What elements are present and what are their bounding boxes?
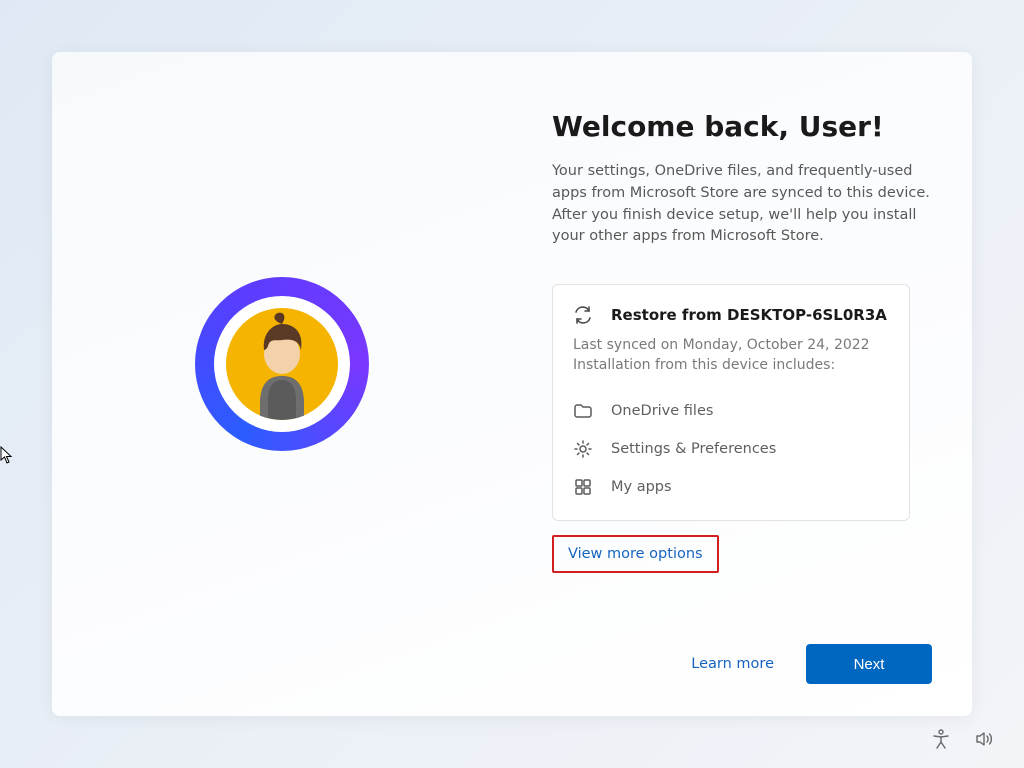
restore-includes-label: Installation from this device includes: xyxy=(573,357,835,373)
user-avatar xyxy=(195,277,369,451)
folder-icon xyxy=(573,401,593,421)
restore-subtext: Last synced on Monday, October 24, 2022 … xyxy=(573,335,889,376)
include-onedrive-label: OneDrive files xyxy=(611,403,713,419)
oobe-taskbar xyxy=(930,728,996,750)
gear-icon xyxy=(573,439,593,459)
include-onedrive: OneDrive files xyxy=(573,392,889,430)
include-apps-label: My apps xyxy=(611,479,672,495)
avatar-ring xyxy=(214,296,350,432)
left-pane xyxy=(52,52,512,716)
learn-more-link[interactable]: Learn more xyxy=(681,648,784,680)
sync-icon xyxy=(573,305,593,325)
person-icon xyxy=(226,308,338,420)
include-apps: My apps xyxy=(573,468,889,506)
restore-card: Restore from DESKTOP-6SL0R3A Last synced… xyxy=(552,284,910,521)
restore-last-synced: Last synced on Monday, October 24, 2022 xyxy=(573,337,870,353)
apps-icon xyxy=(573,477,593,497)
page-title: Welcome back, User! xyxy=(552,110,932,143)
right-pane: Welcome back, User! Your settings, OneDr… xyxy=(512,52,972,716)
mouse-cursor xyxy=(0,446,14,464)
include-settings-label: Settings & Preferences xyxy=(611,441,776,457)
avatar-circle xyxy=(226,308,338,420)
accessibility-icon[interactable] xyxy=(930,728,952,750)
view-more-options-link[interactable]: View more options xyxy=(552,535,719,573)
restore-title: Restore from DESKTOP-6SL0R3A xyxy=(611,306,887,324)
page-description: Your settings, OneDrive files, and frequ… xyxy=(552,161,932,248)
setup-card: Welcome back, User! Your settings, OneDr… xyxy=(52,52,972,716)
footer-actions: Learn more Next xyxy=(681,644,932,684)
next-button[interactable]: Next xyxy=(806,644,932,684)
include-settings: Settings & Preferences xyxy=(573,430,889,468)
restore-header: Restore from DESKTOP-6SL0R3A xyxy=(573,305,889,325)
volume-icon[interactable] xyxy=(974,728,996,750)
